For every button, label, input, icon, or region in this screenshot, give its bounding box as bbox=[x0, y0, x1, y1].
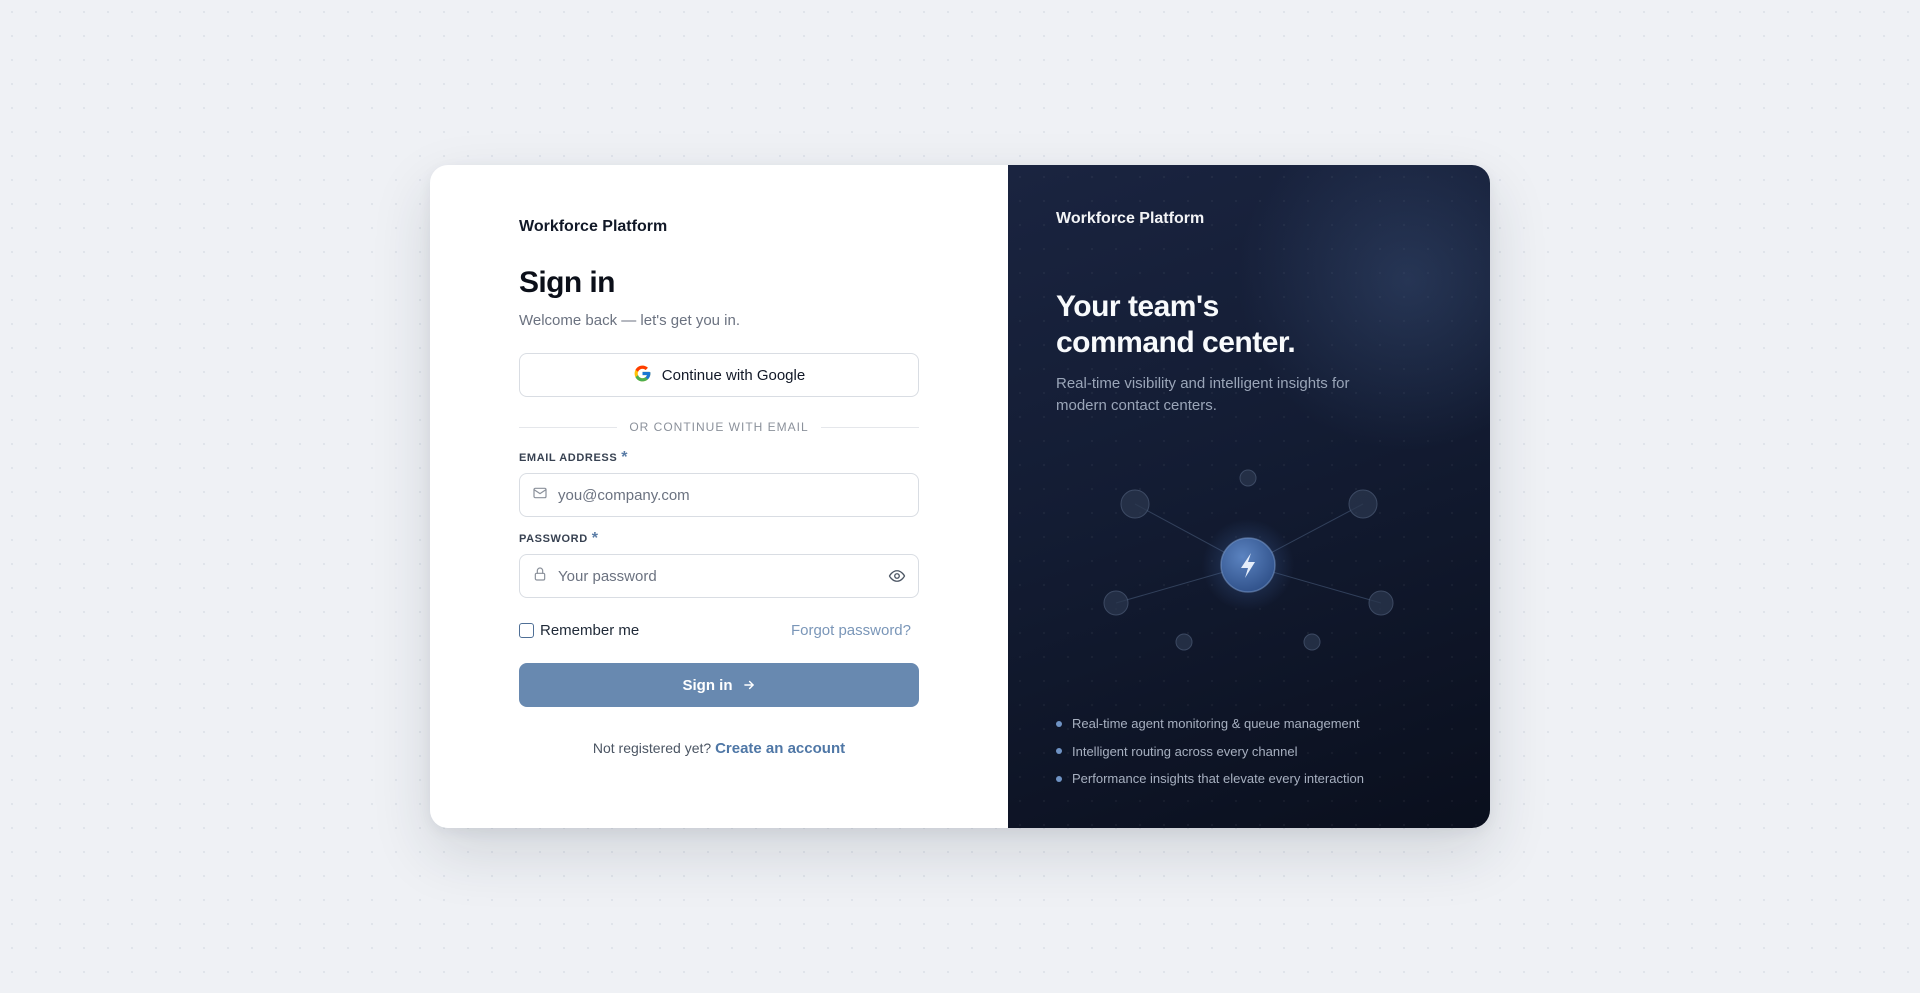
divider-line bbox=[820, 426, 919, 428]
network-node bbox=[1348, 489, 1378, 519]
remember-me[interactable]: Remember me bbox=[519, 622, 639, 639]
signin-button-label: Sign in bbox=[682, 676, 733, 694]
promo-title: Your team's command center. bbox=[1056, 289, 1296, 361]
register-prompt: Not registered yet? Create an account bbox=[519, 740, 919, 757]
form-options: Remember me Forgot password? bbox=[519, 622, 919, 639]
promo-brand-name: Workforce Platform bbox=[1056, 210, 1205, 227]
divider-text: OR CONTINUE WITH EMAIL bbox=[629, 420, 809, 434]
network-node bbox=[1368, 590, 1394, 616]
feature-text: Performance insights that elevate every … bbox=[1072, 771, 1364, 787]
email-field-wrapper bbox=[519, 473, 919, 517]
password-label-row: PASSWORD * bbox=[519, 530, 919, 547]
brand-name: Workforce Platform bbox=[519, 218, 668, 235]
page-subtitle: Welcome back — let's get you in. bbox=[519, 312, 741, 329]
network-node bbox=[1239, 469, 1257, 487]
arrow-right-icon bbox=[742, 678, 756, 692]
email-label-row: EMAIL ADDRESS * bbox=[519, 449, 919, 466]
not-registered-text: Not registered yet? bbox=[592, 740, 712, 756]
signin-button[interactable]: Sign in bbox=[519, 663, 919, 707]
google-button-label: Continue with Google bbox=[661, 366, 806, 384]
email-field[interactable] bbox=[558, 486, 906, 504]
password-label: PASSWORD bbox=[519, 533, 588, 545]
network-node bbox=[1120, 489, 1150, 519]
network-node bbox=[1175, 633, 1193, 651]
email-divider: OR CONTINUE WITH EMAIL bbox=[519, 420, 919, 434]
eye-icon[interactable] bbox=[888, 567, 906, 585]
signin-panel: Workforce Platform Sign in Welcome back … bbox=[430, 165, 1008, 828]
divider-line bbox=[519, 426, 618, 428]
login-card: Workforce Platform Sign in Welcome back … bbox=[430, 165, 1490, 828]
feature-item: Performance insights that elevate every … bbox=[1056, 765, 1364, 793]
required-marker: * bbox=[591, 530, 599, 547]
feature-item: Real-time agent monitoring & queue manag… bbox=[1056, 710, 1364, 738]
forgot-password-link[interactable]: Forgot password? bbox=[791, 622, 911, 639]
feature-item: Intelligent routing across every channel bbox=[1056, 738, 1364, 766]
required-marker: * bbox=[621, 449, 629, 466]
remember-me-label: Remember me bbox=[540, 622, 640, 639]
promo-title-line-1: Your team's bbox=[1056, 290, 1219, 323]
password-field-wrapper bbox=[519, 554, 919, 598]
feature-text: Real-time agent monitoring & queue manag… bbox=[1072, 716, 1360, 732]
mail-icon bbox=[532, 485, 548, 506]
promo-panel: Workforce Platform Your team's command c… bbox=[1008, 165, 1490, 828]
page-title: Sign in bbox=[519, 266, 615, 299]
bullet-icon bbox=[1056, 775, 1062, 782]
network-illustration bbox=[1103, 469, 1394, 651]
remember-me-checkbox[interactable] bbox=[519, 623, 534, 638]
password-field[interactable] bbox=[558, 567, 878, 585]
create-account-link[interactable]: Create an account bbox=[715, 740, 845, 757]
feature-list: Real-time agent monitoring & queue manag… bbox=[1056, 710, 1364, 793]
email-label: EMAIL ADDRESS bbox=[519, 452, 618, 464]
bullet-icon bbox=[1056, 748, 1062, 755]
promo-description: Real-time visibility and intelligent ins… bbox=[1056, 375, 1350, 414]
bullet-icon bbox=[1056, 720, 1062, 727]
network-node bbox=[1303, 633, 1321, 651]
promo-title-line-2: command center. bbox=[1056, 326, 1296, 359]
lock-icon bbox=[532, 566, 548, 587]
google-signin-button[interactable]: Continue with Google bbox=[519, 353, 919, 397]
signin-form: Workforce Platform Sign in Welcome back … bbox=[519, 218, 919, 757]
feature-text: Intelligent routing across every channel bbox=[1072, 743, 1298, 759]
network-node bbox=[1103, 590, 1129, 616]
google-icon bbox=[633, 364, 652, 387]
